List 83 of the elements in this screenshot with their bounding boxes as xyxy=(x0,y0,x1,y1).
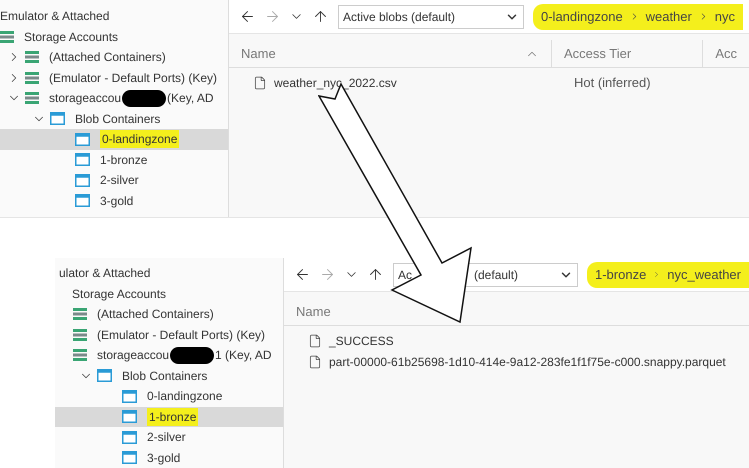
tree-item[interactable]: Blob Containers xyxy=(0,108,228,129)
tree-label: (Attached Containers) xyxy=(97,306,214,324)
up-icon[interactable] xyxy=(367,266,384,283)
tree-item[interactable]: 2-silver xyxy=(0,170,228,190)
storage-icon xyxy=(25,51,39,64)
tree-item[interactable]: 1-bronze xyxy=(55,406,283,427)
container-icon xyxy=(122,451,137,464)
file-name[interactable]: _SUCCESS xyxy=(329,332,394,350)
tree-item[interactable]: (Attached Containers) xyxy=(55,304,283,324)
back-icon[interactable] xyxy=(239,8,256,25)
tree-label: Blob Containers xyxy=(122,368,208,385)
tree-label: 3-gold xyxy=(147,450,180,467)
storage-icon xyxy=(73,308,87,320)
breadcrumb-item[interactable]: 1-bronze xyxy=(595,264,646,284)
file-icon xyxy=(308,334,322,348)
storage-icon xyxy=(25,92,39,104)
breadcrumb-item[interactable]: nyc_weather xyxy=(667,264,741,284)
tree-item[interactable]: (Emulator - Default Ports) (Key) xyxy=(0,68,228,88)
file-name[interactable]: weather_nyc_2022.csv xyxy=(274,74,397,92)
column-header[interactable]: Name xyxy=(229,40,551,67)
breadcrumb-bar[interactable]: 0-landingzone weather nyc xyxy=(533,4,743,30)
tree-label: storageaccou xyxy=(49,90,122,108)
table-cell-text: Hot (inferred) xyxy=(573,74,651,92)
tree-label: 3-gold xyxy=(100,192,134,210)
storage-icon xyxy=(73,328,87,341)
container-icon xyxy=(122,390,137,403)
tree-item[interactable]: Blob Containers xyxy=(55,366,283,386)
tree-item[interactable]: Storage Accounts xyxy=(0,26,228,47)
tree-label: 1 (Key, AD xyxy=(215,347,272,364)
section-header: Emulator & Attached xyxy=(0,8,110,26)
tree-item[interactable]: 2-silver xyxy=(55,427,283,448)
column-header[interactable]: Acc xyxy=(702,40,749,67)
storage-icon xyxy=(0,30,14,43)
container-icon xyxy=(97,369,112,382)
tree-item[interactable]: (Emulator - Default Ports) (Key) xyxy=(55,324,283,345)
breadcrumb-item[interactable]: nyc xyxy=(714,6,735,26)
tree-label: (Key, AD xyxy=(167,90,214,108)
container-icon xyxy=(75,153,90,166)
container-icon xyxy=(75,194,90,208)
tree-label: 2-silver xyxy=(100,172,139,190)
tree-item[interactable]: 1-bronze xyxy=(0,150,228,170)
tree-label: Blob Containers xyxy=(75,110,160,128)
tree-item[interactable]: 3-gold xyxy=(55,448,283,468)
tree-label: 0-landingzone xyxy=(147,388,222,406)
container-icon xyxy=(50,112,65,126)
tree-label: Storage Accounts xyxy=(24,28,118,46)
column-header[interactable]: Access Tier xyxy=(551,40,702,67)
tree-label: (Attached Containers) xyxy=(49,49,166,66)
tree-item[interactable]: Storage Accounts xyxy=(55,284,283,304)
breadcrumb-item[interactable]: 0-landingzone xyxy=(541,6,623,26)
tree-label: 1-bronze xyxy=(100,152,148,169)
tree-item[interactable]: storageaccou 1 (Key, AD xyxy=(55,345,283,366)
tree-label: Storage Accounts xyxy=(72,286,166,303)
filter-text: Active blobs (default) xyxy=(343,8,456,26)
section-header: ulator & Attached xyxy=(59,265,150,282)
tree-item[interactable]: 0-landingzone xyxy=(55,386,283,406)
tree-label: (Emulator - Default Ports) (Key) xyxy=(49,70,218,87)
back-icon[interactable] xyxy=(294,266,311,283)
tree-label: 2-silver xyxy=(147,429,186,446)
up-icon[interactable] xyxy=(312,8,329,25)
breadcrumb-bar[interactable]: 1-bronze nyc_weather xyxy=(587,262,749,288)
file-icon xyxy=(253,76,267,90)
file-icon xyxy=(308,354,322,368)
file-name[interactable]: part-00000-61b25698-1d10-414e-9a12-283fe1f1f75e-c000.snappy.parquet xyxy=(329,352,726,370)
filter-text: Ac xyxy=(398,266,412,284)
tree-item[interactable]: 0-landingzone xyxy=(0,129,228,150)
tree-label: 1-bronze xyxy=(147,408,198,426)
blob-filter-dropdown[interactable]: Active blobs (default) xyxy=(338,4,524,28)
filter-text: (default) xyxy=(474,266,518,284)
tree-item[interactable]: 3-gold xyxy=(0,190,228,211)
container-icon xyxy=(122,430,137,444)
tree-item[interactable]: (Attached Containers) xyxy=(0,47,228,68)
column-header[interactable]: Name xyxy=(284,298,617,325)
tree-label: 0-landingzone xyxy=(100,130,180,148)
storage-icon xyxy=(73,349,87,362)
storage-icon xyxy=(25,72,39,84)
container-icon xyxy=(75,132,90,146)
tree-label: (Emulator - Default Ports) (Key) xyxy=(97,326,266,344)
container-icon xyxy=(122,410,137,424)
tree-item[interactable]: storageaccou (Key, AD xyxy=(0,88,228,108)
container-icon xyxy=(75,174,90,187)
breadcrumb-item[interactable]: weather xyxy=(646,6,692,26)
tree-label: storageaccou xyxy=(97,347,170,364)
